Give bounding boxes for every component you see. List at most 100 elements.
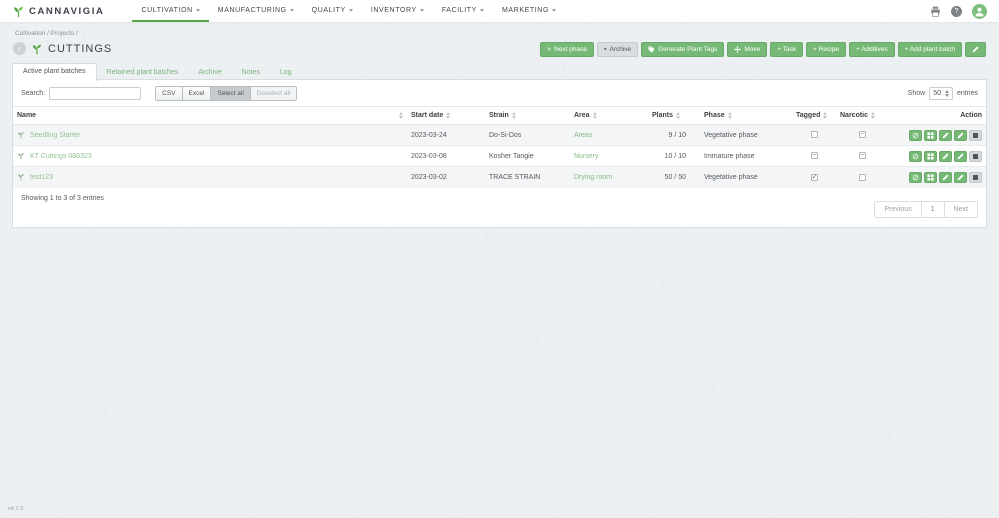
- brand-logo[interactable]: CANNAVIGIA: [12, 5, 104, 18]
- tagged-checkbox[interactable]: [811, 174, 818, 181]
- breadcrumb[interactable]: Cultivation / Projects /: [15, 30, 78, 37]
- previous-page-button[interactable]: Previous: [874, 201, 921, 218]
- tagged-checkbox[interactable]: [811, 131, 818, 138]
- square-icon[interactable]: [969, 130, 982, 141]
- next-page-button[interactable]: Next: [944, 201, 978, 218]
- column-header-narcotic[interactable]: Narcotic: [836, 107, 888, 125]
- help-icon[interactable]: ?: [951, 6, 962, 17]
- sort-icon: [593, 112, 597, 119]
- pencil-icon[interactable]: [939, 172, 952, 183]
- next-phase-button[interactable]: » Next phase: [540, 42, 594, 57]
- sign-circle-icon[interactable]: [909, 151, 922, 162]
- square-icon[interactable]: [969, 151, 982, 162]
- sort-icon: [399, 112, 403, 119]
- tag-icon: [648, 46, 655, 53]
- tab-active-plant-batches[interactable]: Active plant batches: [12, 63, 97, 81]
- sort-icon: [871, 112, 875, 119]
- table-footer: Showing 1 to 3 of 3 entries Previous 1 N…: [13, 188, 986, 218]
- column-header-area[interactable]: Area: [570, 107, 648, 125]
- forward-icon: »: [547, 46, 551, 53]
- area-link[interactable]: Drying room: [574, 174, 612, 181]
- move-button[interactable]: Move: [727, 42, 767, 57]
- export-select-buttons: CSV Excel Select all Deselect all: [155, 86, 297, 101]
- generate-plant-tags-button[interactable]: Generate Plant Tags: [641, 42, 724, 57]
- pencil-icon[interactable]: [939, 151, 952, 162]
- phase-cell: Immature phase: [700, 146, 792, 167]
- column-header-strain[interactable]: Strain: [485, 107, 570, 125]
- nav-item-manufacturing[interactable]: MANUFACTURING: [209, 0, 303, 22]
- main-nav: CULTIVATION MANUFACTURING QUALITY INVENT…: [132, 0, 565, 22]
- narcotic-checkbox[interactable]: [859, 131, 866, 138]
- showing-entries-text: Showing 1 to 3 of 3 entries: [21, 195, 104, 202]
- sign-circle-icon[interactable]: [909, 130, 922, 141]
- grid-icon[interactable]: [924, 172, 937, 183]
- pencil-icon: [972, 46, 979, 53]
- sort-icon: [823, 112, 827, 119]
- page-header: ‹ CUTTINGS: [13, 42, 112, 55]
- batch-name-link[interactable]: test123: [30, 174, 53, 181]
- print-icon[interactable]: [930, 6, 941, 17]
- sign-circle-icon[interactable]: [909, 172, 922, 183]
- narcotic-checkbox[interactable]: [859, 152, 866, 159]
- back-button[interactable]: ‹: [13, 42, 26, 55]
- chevron-down-icon: [480, 9, 484, 12]
- column-header-tagged[interactable]: Tagged: [792, 107, 836, 125]
- search-label: Search:: [21, 90, 45, 97]
- grid-icon[interactable]: [924, 151, 937, 162]
- tab-archive[interactable]: Archive: [188, 65, 231, 81]
- pencil-icon[interactable]: [954, 151, 967, 162]
- area-link[interactable]: Nursery: [574, 153, 599, 160]
- sprout-icon: [17, 173, 25, 181]
- tab-notes[interactable]: Notes: [232, 65, 270, 81]
- tagged-checkbox[interactable]: [811, 152, 818, 159]
- pencil-icon[interactable]: [939, 130, 952, 141]
- area-link[interactable]: Areas: [574, 132, 592, 139]
- plant-batches-table: Name Start date Strain Area Plants Phase…: [13, 106, 986, 188]
- excel-button[interactable]: Excel: [182, 86, 212, 101]
- pagination: Previous 1 Next: [874, 201, 978, 218]
- chevron-down-icon: [420, 9, 424, 12]
- select-all-button[interactable]: Select all: [210, 86, 250, 101]
- content-panel: Search: CSV Excel Select all Deselect al…: [12, 79, 987, 228]
- pencil-icon[interactable]: [954, 172, 967, 183]
- deselect-all-button[interactable]: Deselect all: [250, 86, 298, 101]
- strain-cell: Kosher Tangie: [485, 146, 570, 167]
- search-input[interactable]: [49, 87, 141, 100]
- plants-cell: 9 / 10: [648, 125, 700, 146]
- nav-item-facility[interactable]: FACILITY: [433, 0, 493, 22]
- page-number-button[interactable]: 1: [921, 201, 945, 218]
- add-recipe-button[interactable]: + Recipe: [806, 42, 846, 57]
- user-avatar[interactable]: [972, 4, 987, 19]
- narcotic-checkbox[interactable]: [859, 174, 866, 181]
- archive-icon: ▪: [604, 46, 606, 53]
- plants-cell: 10 / 10: [648, 146, 700, 167]
- batch-name-link[interactable]: Seedling Starter: [30, 132, 80, 139]
- page-length-select[interactable]: 50: [929, 87, 953, 100]
- column-header-start-date[interactable]: Start date: [407, 107, 485, 125]
- add-task-button[interactable]: + Task: [770, 42, 803, 57]
- tab-retained-plant-batches[interactable]: Retained plant batches: [97, 65, 189, 81]
- add-additives-button[interactable]: + Additives: [849, 42, 895, 57]
- pencil-icon[interactable]: [954, 130, 967, 141]
- nav-item-cultivation[interactable]: CULTIVATION: [132, 0, 208, 22]
- csv-button[interactable]: CSV: [155, 86, 182, 101]
- batch-name-link[interactable]: KT Cuttings 080323: [30, 153, 92, 160]
- nav-item-quality[interactable]: QUALITY: [303, 0, 362, 22]
- column-header-name[interactable]: Name: [13, 107, 407, 125]
- tab-log[interactable]: Log: [270, 65, 302, 81]
- top-navbar: CANNAVIGIA CULTIVATION MANUFACTURING QUA…: [0, 0, 999, 22]
- chevron-down-icon: [349, 9, 353, 12]
- archive-button[interactable]: ▪ Archive: [597, 42, 638, 57]
- column-header-plants[interactable]: Plants: [648, 107, 700, 125]
- edit-button[interactable]: [965, 42, 986, 57]
- sort-icon: [512, 112, 516, 119]
- sort-icon: [676, 112, 680, 119]
- table-row: test123 2023-03-02 TRACE STRAIN Drying r…: [13, 167, 986, 188]
- start-date-cell: 2023-03-08: [407, 146, 485, 167]
- nav-item-marketing[interactable]: MARKETING: [493, 0, 565, 22]
- grid-icon[interactable]: [924, 130, 937, 141]
- square-icon[interactable]: [969, 172, 982, 183]
- column-header-phase[interactable]: Phase: [700, 107, 792, 125]
- nav-item-inventory[interactable]: INVENTORY: [362, 0, 433, 22]
- add-plant-batch-button[interactable]: + Add plant batch: [898, 42, 962, 57]
